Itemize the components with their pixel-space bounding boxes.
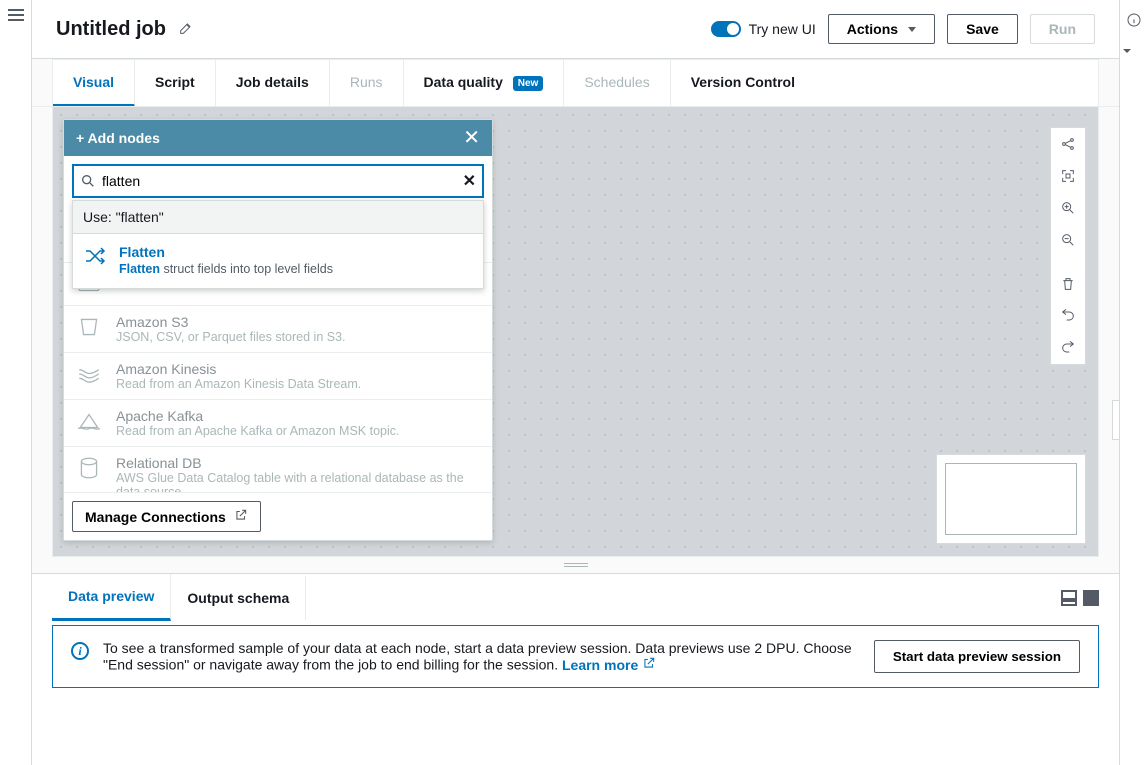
result-desc: Flatten struct fields into top level fie… — [119, 262, 333, 276]
caret-down-icon — [908, 27, 916, 32]
tab-bar: Visual Script Job details Runs Data qual… — [52, 59, 1099, 106]
header-actions: Try new UI Actions Save Run — [711, 14, 1095, 44]
start-preview-session-button[interactable]: Start data preview session — [874, 640, 1080, 673]
edit-title-icon[interactable] — [178, 20, 194, 39]
list-item[interactable]: Amazon S3JSON, CSV, or Parquet files sto… — [64, 305, 492, 352]
toggle-label: Try new UI — [749, 21, 816, 37]
tab-runs: Runs — [330, 60, 404, 106]
list-item[interactable]: Apache KafkaRead from an Apache Kafka or… — [64, 399, 492, 446]
right-toolbar — [1119, 0, 1147, 765]
zoom-in-icon[interactable] — [1051, 192, 1085, 224]
job-title: Untitled job — [56, 18, 166, 41]
item-name: Amazon S3 — [116, 314, 346, 330]
delete-icon[interactable] — [1051, 268, 1085, 300]
bottom-tabs: Data preview Output schema — [32, 574, 1119, 621]
item-desc: Read from an Amazon Kinesis Data Stream. — [116, 377, 361, 391]
tab-output-schema[interactable]: Output schema — [171, 576, 306, 620]
learn-more-label: Learn more — [562, 657, 638, 673]
add-nodes-title: + Add nodes — [76, 130, 160, 146]
tab-data-preview[interactable]: Data preview — [52, 574, 171, 621]
search-box: ✕ — [72, 164, 484, 198]
main-area: Untitled job Try new UI Actions Save Run… — [32, 0, 1119, 765]
list-item[interactable]: Amazon KinesisRead from an Amazon Kinesi… — [64, 352, 492, 399]
add-nodes-header: + Add nodes ✕ — [64, 120, 492, 156]
item-desc: JSON, CSV, or Parquet files stored in S3… — [116, 330, 346, 344]
add-nodes-panel: + Add nodes ✕ ✕ Use: "flatten" — [63, 119, 493, 541]
redo-icon[interactable] — [1051, 332, 1085, 364]
actions-label: Actions — [847, 21, 898, 37]
tabs-container: Visual Script Job details Runs Data qual… — [32, 59, 1119, 106]
actions-dropdown-button[interactable]: Actions — [828, 14, 935, 44]
tab-dq-label: Data quality — [424, 74, 503, 90]
search-container: ✕ Use: "flatten" Flatten Flatten struct … — [64, 156, 492, 206]
clear-search-icon[interactable]: ✕ — [463, 171, 476, 191]
use-search-term-option[interactable]: Use: "flatten" — [73, 201, 483, 234]
item-desc: AWS Glue Data Catalog table with a relat… — [116, 471, 480, 492]
canvas-toolbar — [1050, 127, 1086, 365]
tab-schedules: Schedules — [564, 60, 670, 106]
toggle-switch-icon — [711, 21, 741, 37]
collapse-handle[interactable] — [1112, 400, 1120, 440]
canvas-minimap[interactable] — [936, 454, 1086, 544]
visual-canvas[interactable]: + Add nodes ✕ ✕ Use: "flatten" — [52, 107, 1099, 557]
info-message: To see a transformed sample of your data… — [103, 640, 852, 673]
menu-icon[interactable] — [8, 9, 24, 21]
search-result-flatten[interactable]: Flatten Flatten struct fields into top l… — [73, 234, 483, 288]
tab-data-quality[interactable]: Data quality New — [404, 60, 565, 106]
fit-view-icon[interactable] — [1051, 160, 1085, 192]
flatten-icon — [83, 244, 107, 271]
learn-more-link[interactable]: Learn more — [562, 656, 656, 673]
external-link-icon — [234, 508, 248, 525]
s3-icon — [76, 314, 102, 340]
manage-connections-label: Manage Connections — [85, 509, 226, 525]
info-text: To see a transformed sample of your data… — [103, 640, 860, 673]
search-icon — [80, 173, 96, 189]
kinesis-icon — [76, 361, 102, 387]
zoom-out-icon[interactable] — [1051, 224, 1085, 256]
node-type-list: AWS Glue Data Catalog table as the data … — [64, 262, 492, 492]
panel-splitter[interactable] — [32, 557, 1119, 573]
node-search-input[interactable] — [96, 173, 463, 189]
split-view-icon[interactable] — [1061, 590, 1077, 606]
item-name: Amazon Kinesis — [116, 361, 361, 377]
panel-layout-tools — [1061, 590, 1099, 606]
item-name: Relational DB — [116, 455, 480, 471]
new-badge: New — [513, 76, 544, 91]
info-icon: i — [71, 642, 89, 660]
info-panel-icon[interactable] — [1126, 12, 1142, 31]
database-icon — [76, 455, 102, 481]
tab-visual[interactable]: Visual — [53, 60, 135, 107]
tab-version-control[interactable]: Version Control — [671, 60, 815, 106]
nav-sidebar-collapsed — [0, 0, 32, 765]
bottom-panel: Data preview Output schema i To see a tr… — [32, 573, 1119, 708]
tab-job-details[interactable]: Job details — [216, 60, 330, 106]
canvas-container: + Add nodes ✕ ✕ Use: "flatten" — [32, 106, 1119, 557]
result-text: Flatten Flatten struct fields into top l… — [119, 244, 333, 276]
try-new-ui-toggle[interactable]: Try new UI — [711, 21, 816, 37]
search-dropdown: Use: "flatten" Flatten Flatten struct fi… — [72, 200, 484, 289]
expand-view-icon[interactable] — [1083, 590, 1099, 606]
preview-info-alert: i To see a transformed sample of your da… — [52, 625, 1099, 688]
list-item[interactable]: Relational DBAWS Glue Data Catalog table… — [64, 446, 492, 492]
panel-footer: Manage Connections — [64, 492, 492, 540]
external-link-icon — [642, 656, 656, 673]
run-button: Run — [1030, 14, 1095, 44]
item-name: Apache Kafka — [116, 408, 399, 424]
page-header: Untitled job Try new UI Actions Save Run — [32, 0, 1119, 59]
save-button[interactable]: Save — [947, 14, 1018, 44]
close-panel-icon[interactable]: ✕ — [463, 128, 480, 148]
item-desc: Read from an Apache Kafka or Amazon MSK … — [116, 424, 399, 438]
result-title: Flatten — [119, 244, 333, 260]
share-icon[interactable] — [1051, 128, 1085, 160]
kafka-icon — [76, 408, 102, 434]
manage-connections-button[interactable]: Manage Connections — [72, 501, 261, 532]
tab-script[interactable]: Script — [135, 60, 216, 106]
undo-icon[interactable] — [1051, 300, 1085, 332]
